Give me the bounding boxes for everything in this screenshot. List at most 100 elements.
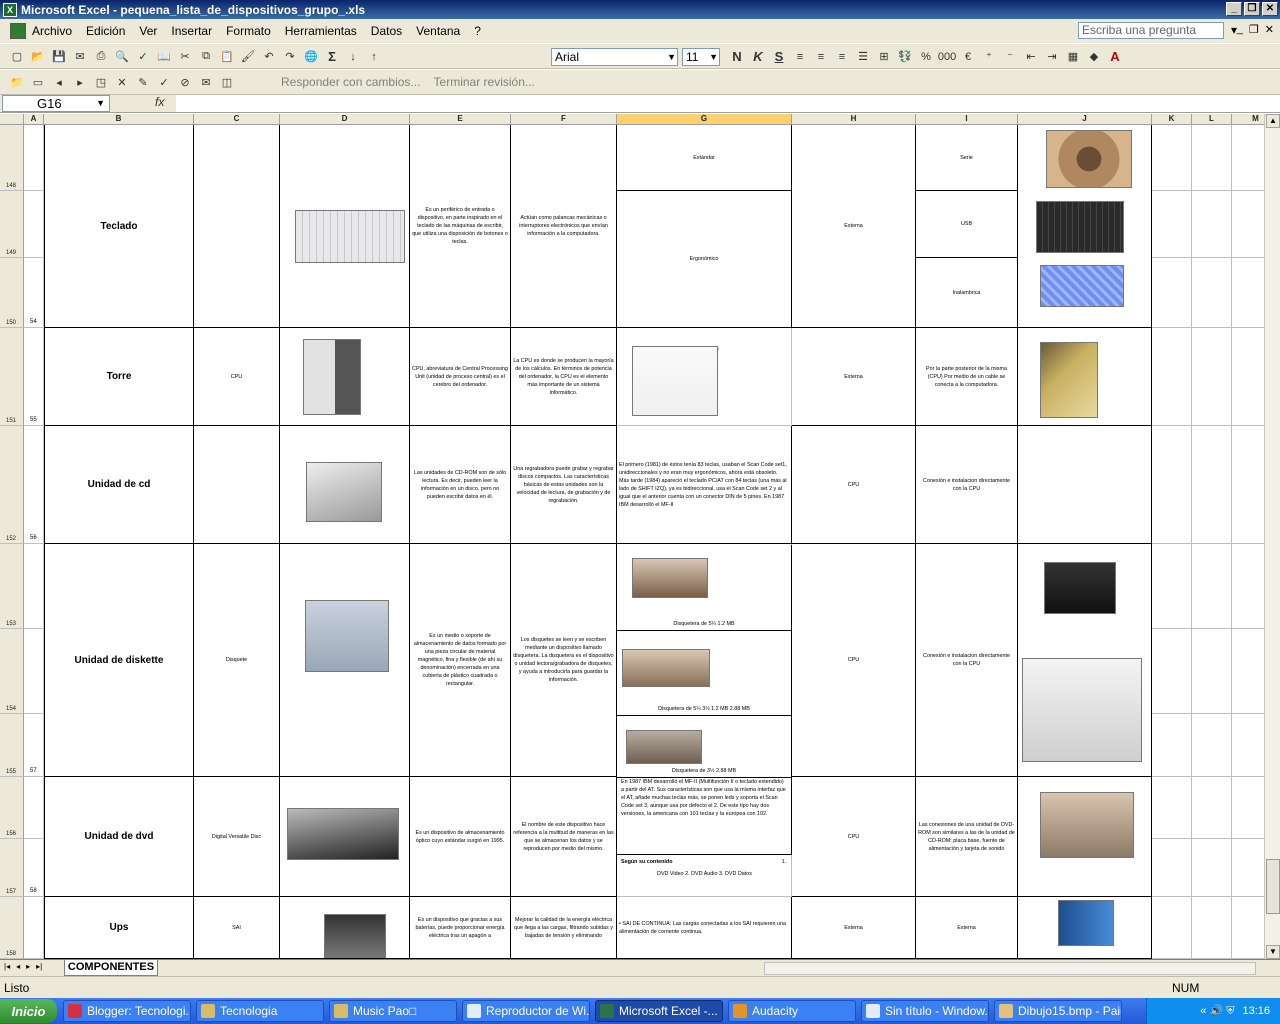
increase-indent-icon[interactable]: ⇥ [1043,48,1061,65]
menu-archivo[interactable]: Archivo [32,24,72,38]
formula-input[interactable] [176,95,1280,112]
connection-cell[interactable]: Externa [916,897,1018,959]
align-right-icon[interactable]: ≡ [833,48,851,65]
description-cell[interactable]: CPU, abreviatura de Central Processing U… [410,328,511,426]
menu-formato[interactable]: Formato [226,24,271,38]
italic-button[interactable]: K [749,48,767,65]
row-header[interactable]: 157 [0,839,24,897]
location-cell[interactable]: CPU [792,544,916,777]
excel-icon[interactable]: X [3,2,17,17]
connection-cell[interactable]: USB [916,191,1018,258]
description-cell[interactable]: Las unidades de CD-ROM son de sólo lectu… [410,426,511,544]
connection-image-cell[interactable] [1018,426,1152,544]
column-header-m[interactable]: M [1232,114,1264,125]
decrease-indent-icon[interactable]: ⇤ [1022,48,1040,65]
connection-cell[interactable]: Conexión e instalacion directamente con … [916,544,1018,777]
justify-icon[interactable]: ☰ [854,48,872,65]
font-select[interactable]: Arial ▼ [551,48,678,66]
redo-icon[interactable]: ↷ [281,48,299,65]
reject-change-icon[interactable]: ⊘ [176,74,194,91]
abbreviation-cell[interactable]: Digital Versatile Disc [194,777,280,897]
close-button[interactable]: ✕ [1262,2,1278,16]
permission-icon[interactable]: ✉ [71,48,89,65]
task-media-player[interactable]: Reproductor de Wi... [462,1000,590,1022]
description-cell[interactable]: Es un dispositivo que gracias a sus bate… [410,897,511,959]
dvd-content-number[interactable]: 1. [778,857,790,867]
end-review-button[interactable]: Terminar revisión... [434,75,535,89]
task-paint[interactable]: Dibujo15.bmp - Paint [994,1000,1122,1022]
device-name-cell[interactable]: Ups [44,897,194,959]
horizontal-scrollbar[interactable] [764,962,1256,975]
track-changes-icon[interactable]: ✎ [134,74,152,91]
row-index-cell[interactable] [24,629,44,714]
row-header[interactable]: 150 [0,258,24,328]
select-all-corner[interactable] [0,114,24,125]
format-painter-icon[interactable]: 🖌 [239,48,257,65]
scroll-up-icon[interactable]: ▲ [1266,114,1280,128]
device-name-cell[interactable]: Unidad de diskette [44,544,194,777]
row-index-cell[interactable] [24,777,44,839]
sort-asc-icon[interactable]: ↓ [344,48,362,65]
doc-minimize-button[interactable]: _ [1237,23,1243,36]
device-name-cell[interactable]: Torre [44,328,194,426]
research-icon[interactable]: 📖 [155,48,173,65]
align-left-icon[interactable]: ≡ [791,48,809,65]
vertical-scrollbar[interactable]: ▲ ▼ [1264,114,1280,959]
row-index-cell[interactable] [24,125,44,191]
thousands-icon[interactable]: 000 [938,48,956,65]
row-index-cell[interactable] [24,897,44,959]
comment-icon[interactable]: ▭ [29,74,47,91]
column-header-l[interactable]: L [1192,114,1232,125]
menu-insertar[interactable]: Insertar [171,24,212,38]
row-index-cell[interactable]: 57 [24,714,44,777]
send-icon[interactable]: ✉ [197,74,215,91]
print-icon[interactable]: ⎙ [92,48,110,65]
worksheet-grid[interactable]: A B C D E F G H I J K L M 148 149 150 54 151 55 152 56 153 154… [0,114,1264,959]
function-cell[interactable]: Una regrabadora puede grabar y regrabar … [511,426,617,544]
function-cell[interactable]: Actúan como palancas mecánicas o interru… [511,125,617,328]
start-button[interactable]: Inicio [0,999,57,1023]
save-icon[interactable]: 💾 [50,48,68,65]
description-cell[interactable]: Es un medio o soporte de almacenamiento … [410,544,511,777]
row-index-cell[interactable]: 58 [24,839,44,897]
task-tecnologia[interactable]: Tecnologia [196,1000,324,1022]
hyperlink-icon[interactable]: 🌐 [302,48,320,65]
description-cell[interactable]: Es un periférico de entrada o dispositiv… [410,125,511,328]
abbreviation-cell[interactable]: SAI [194,897,280,959]
menu-edicion[interactable]: Edición [86,24,125,38]
scroll-thumb[interactable] [1266,859,1280,914]
abbreviation-cell[interactable]: Disquete [194,544,280,777]
task-excel[interactable]: Microsoft Excel -... [595,1000,723,1022]
name-box[interactable]: G16 ▼ [2,95,110,112]
decrease-decimal-icon[interactable]: ⁻ [1001,48,1019,65]
abbreviation-cell[interactable] [194,125,280,328]
abbreviation-cell[interactable]: CPU [194,328,280,426]
row-header[interactable]: 154 [0,629,24,714]
reply-with-changes-button[interactable]: Responder con cambios... [281,75,420,89]
underline-button[interactable]: S [770,48,788,65]
connection-cell[interactable]: Las conexiones de una unidad de DVD-ROM … [916,777,1018,897]
column-header-i[interactable]: I [916,114,1018,125]
tray-icons[interactable]: « 🔊 ⛨ [1200,1004,1234,1018]
row-header[interactable]: 151 [0,328,24,426]
menu-datos[interactable]: Datos [371,24,402,38]
dvd-text-cell[interactable]: En 1987 IBM desarrolló el MF-II (Multifu… [617,778,792,855]
abbreviation-cell[interactable] [194,426,280,544]
task-blogger[interactable]: Blogger: Tecnologi... [63,1000,191,1022]
function-cell[interactable]: El nombre de este dispositivo hace refer… [511,777,617,897]
merge-center-icon[interactable]: ⊞ [875,48,893,65]
row-index-cell[interactable]: 56 [24,426,44,544]
dvd-content-heading[interactable]: Según su contenido [621,857,721,867]
device-name-cell[interactable]: Unidad de cd [44,426,194,544]
ink-icon[interactable]: ◫ [218,74,236,91]
increase-decimal-icon[interactable]: ⁺ [980,48,998,65]
restore-button[interactable]: ❐ [1244,2,1260,16]
borders-icon[interactable]: ▦ [1064,48,1082,65]
next-comment-icon[interactable]: ▸ [71,74,89,91]
last-sheet-icon[interactable]: ▸| [36,962,42,971]
accept-change-icon[interactable]: ✓ [155,74,173,91]
row-header[interactable]: 156 [0,777,24,839]
device-name-cell[interactable]: Teclado [44,125,194,328]
folder-icon[interactable]: 📁 [8,74,26,91]
column-header-d[interactable]: D [280,114,410,125]
